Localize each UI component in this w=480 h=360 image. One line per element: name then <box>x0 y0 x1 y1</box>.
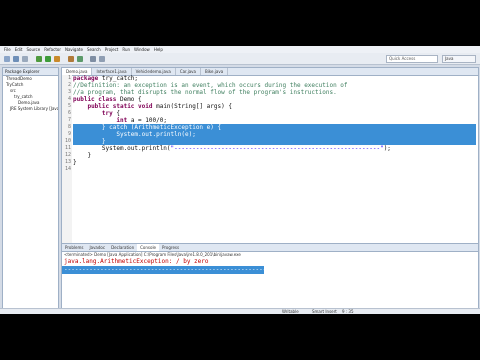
menu-bar: File Edit Source Refactor Navigate Searc… <box>0 46 480 53</box>
line-number: 8 <box>67 124 71 130</box>
status-bar: Writable Smart Insert 9 : 35 <box>0 308 480 314</box>
selected-code-line: } <box>73 138 476 145</box>
code-editor[interactable]: Demo.java Interface1.java Vehicledemo.ja… <box>61 67 479 249</box>
line-number: 13 <box>64 159 71 165</box>
print-icon[interactable] <box>22 56 28 62</box>
code-text: main(String[] args) { <box>152 103 232 110</box>
line-number: 10 <box>64 138 71 144</box>
tab-demo-java[interactable]: Demo.java <box>62 68 93 75</box>
status-writable: Writable <box>282 309 299 314</box>
tab-bike-java[interactable]: Bike.java <box>201 68 229 75</box>
keyword: int <box>116 117 128 124</box>
save-icon[interactable] <box>13 56 19 62</box>
tab-javadoc[interactable]: Javadoc <box>86 244 108 251</box>
package-explorer-tab[interactable]: Package Explorer <box>3 68 58 76</box>
jre-library[interactable]: JRE System Library [JavaSE-1.8] <box>3 106 58 112</box>
console-output-line-selected: ----------------------------------------… <box>62 266 264 274</box>
line-number: 14 <box>64 166 71 172</box>
open-type-icon[interactable] <box>90 56 96 62</box>
menu-file[interactable]: File <box>4 46 11 53</box>
code-line: int a = 100/0; <box>73 117 476 124</box>
console-output-line: java.lang.ArithmeticException: / by zero <box>64 258 209 265</box>
search-icon[interactable] <box>99 56 105 62</box>
menu-edit[interactable]: Edit <box>15 46 23 53</box>
keyword: public class <box>73 96 117 103</box>
java-perspective-button[interactable]: Java <box>442 55 476 63</box>
tab-declaration[interactable]: Declaration <box>108 244 137 251</box>
package-explorer: Package Explorer ThreadDemo TryCatch src… <box>2 67 59 309</box>
menu-run[interactable]: Run <box>122 46 130 53</box>
menu-project[interactable]: Project <box>105 46 119 53</box>
status-insert-mode: Smart Insert <box>312 309 337 314</box>
line-number: 5 <box>67 103 71 109</box>
line-number: 11 <box>64 145 71 151</box>
code-text: { <box>112 110 120 117</box>
menu-search[interactable]: Search <box>87 46 101 53</box>
line-number: 3 <box>67 89 71 95</box>
new-icon[interactable] <box>4 56 10 62</box>
selected-code-line: System.out.println(e); <box>73 131 476 138</box>
tab-car-java[interactable]: Car.java <box>176 68 201 75</box>
code-text: try_catch; <box>98 75 139 82</box>
keyword: public static void <box>87 103 153 110</box>
code-text: a = 100/0; <box>127 117 167 124</box>
line-number: 4 <box>67 96 71 102</box>
line-number: 1 <box>67 75 71 81</box>
console-tab-bar: Problems Javadoc Declaration Console Pro… <box>62 244 478 252</box>
line-number: 12 <box>64 152 71 158</box>
line-number: 2 <box>67 82 71 88</box>
line-number: 6 <box>67 110 71 116</box>
menu-window[interactable]: Window <box>134 46 150 53</box>
line-numbers: 1 2 3 4 5 6 7 8 9 10 11 12 13 14 <box>62 75 72 173</box>
selected-code-line: } catch (ArithmeticException e) { <box>73 124 476 131</box>
keyword: try <box>101 110 113 117</box>
line-number: 9 <box>67 131 71 137</box>
code-line: public class Demo { <box>73 96 476 103</box>
code-comment-line: //a program, that disrupts the normal fl… <box>73 89 337 96</box>
code-text: Demo { <box>116 96 142 103</box>
keyword: package <box>73 75 99 82</box>
code-text: System.out.println( <box>73 145 171 152</box>
console-view[interactable]: Problems Javadoc Declaration Console Pro… <box>61 243 479 309</box>
run-icon[interactable] <box>45 56 51 62</box>
code-line: package try_catch; <box>73 75 476 82</box>
code-line: try { <box>73 110 476 117</box>
debug-icon[interactable] <box>36 56 42 62</box>
menu-navigate[interactable]: Navigate <box>65 46 83 53</box>
code-line: System.out.println("--------------------… <box>73 145 476 152</box>
tab-interface1-java[interactable]: Interface1.java <box>92 68 132 75</box>
status-cursor-position: 9 : 35 <box>342 309 354 314</box>
menu-refactor[interactable]: Refactor <box>44 46 61 53</box>
quick-access-field[interactable]: Quick Access <box>386 55 438 63</box>
tab-progress[interactable]: Progress <box>159 244 182 251</box>
tab-console[interactable]: Console <box>137 244 160 251</box>
code-text: ); <box>383 145 391 152</box>
code-line: } <box>73 152 92 159</box>
code-area[interactable]: package try_catch; //Definition: an exce… <box>73 75 476 173</box>
tab-problems[interactable]: Problems <box>62 244 86 251</box>
code-line: public static void main(String[] args) { <box>73 103 476 110</box>
line-number: 7 <box>67 117 71 123</box>
string-literal: "---------------------------------------… <box>170 145 384 152</box>
new-class-icon[interactable] <box>77 56 83 62</box>
code-line: } <box>73 159 77 166</box>
code-comment-line: //Definition: an exception is an event, … <box>73 82 348 89</box>
menu-source[interactable]: Source <box>26 46 40 53</box>
external-tools-icon[interactable] <box>54 56 60 62</box>
new-package-icon[interactable] <box>68 56 74 62</box>
toolbar: Quick Access Java <box>0 53 480 65</box>
menu-help[interactable]: Help <box>154 46 163 53</box>
tab-vehicledemo-java[interactable]: Vehicledemo.java <box>132 68 176 75</box>
eclipse-window: File Edit Source Refactor Navigate Searc… <box>0 46 480 314</box>
